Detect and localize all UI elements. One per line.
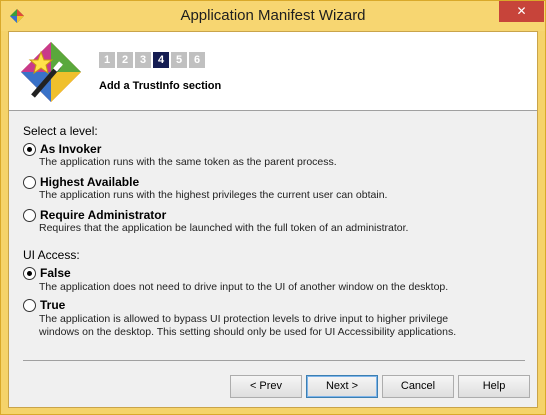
ui-access-true-description-line2: windows on the desktop. This setting sho… (39, 326, 457, 338)
ui-access-true-description-line1: The application is allowed to bypass UI … (39, 313, 449, 325)
radio-label[interactable]: False (40, 266, 71, 280)
highest-available-radio[interactable]: Highest Available (23, 175, 139, 189)
highest-available-description: The application runs with the highest pr… (39, 189, 388, 201)
require-administrator-radio[interactable]: Require Administrator (23, 208, 166, 222)
wizard-client-area: 1 2 3 4 5 6 Add a TrustInfo section Sele… (8, 31, 538, 408)
ui-access-section-label: UI Access: (23, 248, 80, 262)
help-button[interactable]: Help (458, 375, 530, 398)
footer-divider (23, 360, 525, 361)
wizard-window: Application Manifest Wizard ✕ 1 2 3 4 5 … (0, 0, 546, 415)
radio-indicator[interactable] (23, 266, 36, 280)
as-invoker-radio[interactable]: As Invoker (23, 142, 101, 156)
ui-access-true-radio[interactable]: True (23, 298, 65, 312)
step-1: 1 (99, 52, 115, 68)
radio-label[interactable]: Highest Available (40, 175, 139, 189)
step-indicator: 1 2 3 4 5 6 (99, 52, 205, 68)
cancel-button[interactable]: Cancel (382, 375, 454, 398)
page-title: Add a TrustInfo section (99, 80, 222, 92)
radio-label[interactable]: Require Administrator (40, 208, 166, 222)
as-invoker-description: The application runs with the same token… (39, 156, 337, 168)
radio-label[interactable]: As Invoker (40, 142, 101, 156)
close-button[interactable]: ✕ (499, 1, 544, 22)
next-button[interactable]: Next > (306, 375, 378, 398)
radio-label[interactable]: True (40, 298, 65, 312)
step-5: 5 (171, 52, 187, 68)
step-2: 2 (117, 52, 133, 68)
title-bar[interactable]: Application Manifest Wizard ✕ (1, 1, 545, 31)
ui-access-false-radio[interactable]: False (23, 266, 71, 280)
level-section-label: Select a level: (23, 124, 98, 138)
ui-access-false-description: The application does not need to drive i… (39, 281, 449, 293)
prev-button[interactable]: < Prev (230, 375, 302, 398)
require-administrator-description: Requires that the application be launche… (39, 222, 409, 234)
wizard-header: 1 2 3 4 5 6 Add a TrustInfo section (9, 32, 537, 111)
radio-indicator[interactable] (23, 175, 36, 189)
step-4-current: 4 (153, 52, 169, 68)
magic-wand-logo-icon (21, 42, 81, 102)
radio-indicator[interactable] (23, 208, 36, 222)
step-3: 3 (135, 52, 151, 68)
window-title: Application Manifest Wizard (180, 7, 366, 24)
radio-indicator[interactable] (23, 142, 36, 156)
step-6: 6 (189, 52, 205, 68)
radio-indicator[interactable] (23, 298, 36, 312)
